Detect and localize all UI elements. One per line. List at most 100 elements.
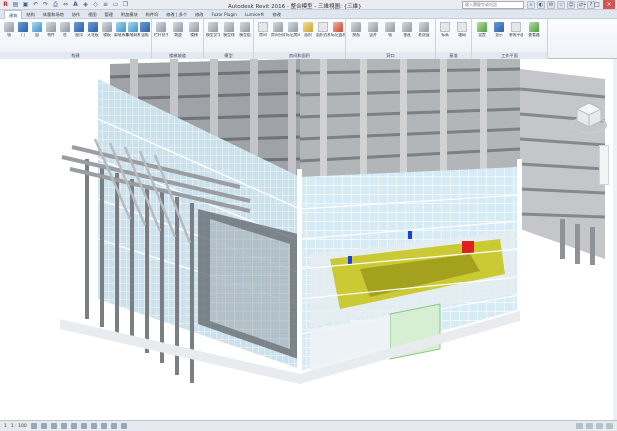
roof-icon	[74, 22, 84, 32]
tool-ref-plane[interactable]: 参照平面	[509, 22, 523, 38]
tool-wall[interactable]: 墙	[2, 22, 16, 38]
tool-room-separator[interactable]: 房间分隔	[271, 22, 285, 38]
tab-fuzor-plugin[interactable]: Fuzor Plugin	[207, 10, 240, 19]
tool-column[interactable]: 柱	[58, 22, 72, 38]
tool-floor[interactable]: 楼板	[100, 22, 114, 38]
undo-icon[interactable]: ↶	[32, 1, 39, 8]
tool-stair[interactable]: 楼梯	[187, 22, 201, 38]
temp-hide-icon[interactable]	[90, 423, 97, 429]
tool-grid[interactable]: 轴网	[455, 22, 469, 38]
text-icon[interactable]: A	[72, 1, 79, 8]
view-scale[interactable]: 1 : 100	[11, 424, 27, 429]
tool-set[interactable]: 设置	[475, 22, 489, 38]
close-hidden-icon[interactable]: ▭	[112, 1, 119, 8]
tool-model-line[interactable]: 模型线	[222, 22, 236, 38]
tab-collaborate[interactable]: 协作	[68, 10, 84, 19]
measure-icon[interactable]: ⇔	[62, 1, 69, 8]
tag-room-icon	[288, 22, 298, 32]
tab-modify[interactable]: 修改	[191, 10, 207, 19]
tag-area-icon	[333, 22, 343, 32]
favorites-icon[interactable]: ☆	[557, 1, 565, 9]
tool-ceiling[interactable]: 天花板	[86, 22, 100, 38]
close-button[interactable]: ×	[603, 0, 615, 9]
revit-logo-icon[interactable]: R	[2, 1, 9, 8]
shadows-icon[interactable]	[60, 423, 67, 429]
tool-tag-room[interactable]: 标记房间	[286, 22, 300, 38]
tool-area-boundary[interactable]: 面积边界	[316, 22, 330, 38]
tool-window[interactable]: 窗	[30, 22, 44, 38]
select-pinned-icon[interactable]	[596, 423, 603, 429]
search-input[interactable]: 鍵入關鍵字或短語	[462, 1, 524, 9]
print-icon[interactable]: ⎙	[52, 1, 59, 8]
3d-view-icon[interactable]: ◈	[82, 1, 89, 8]
switch-windows-icon[interactable]: ❐	[122, 1, 129, 8]
shaft-icon	[368, 22, 378, 32]
save-icon[interactable]: ▣	[22, 1, 29, 8]
model-group-icon	[240, 22, 250, 32]
tab-component-dock[interactable]: 构件坞	[142, 10, 163, 19]
tool-model-text[interactable]: 模型文字	[206, 22, 220, 38]
filter-icon[interactable]	[606, 423, 613, 429]
visual-style-icon[interactable]	[40, 423, 47, 429]
tab-modify-multiple[interactable]: 修改 | 多个	[162, 10, 191, 19]
tool-vertical[interactable]: 垂直	[400, 22, 414, 38]
tool-roof[interactable]: 屋顶	[72, 22, 86, 38]
viewcube[interactable]	[569, 97, 609, 139]
open-icon[interactable]: ▤	[12, 1, 19, 8]
maximize-button[interactable]: □	[591, 0, 603, 9]
navigation-bar[interactable]	[599, 145, 609, 185]
tool-tag-area[interactable]: 标记面积	[331, 22, 345, 38]
select-underlay-icon[interactable]	[586, 423, 593, 429]
minimize-button[interactable]: –	[579, 0, 591, 9]
redo-icon[interactable]: ↷	[42, 1, 49, 8]
panel-title-model: 模型	[204, 52, 253, 59]
show-crop-icon[interactable]	[80, 423, 87, 429]
panel-opening: 按面 竖井 墙 垂直 老虎窗 洞口	[346, 19, 436, 59]
panel-model: 模型文字 模型线 模型组 模型	[204, 19, 254, 59]
sign-in-icon[interactable]: ☺	[567, 1, 575, 9]
tab-addins[interactable]: 附加模块	[117, 10, 142, 19]
tab-manage[interactable]: 管理	[101, 10, 117, 19]
tool-component[interactable]: 构件	[44, 22, 58, 38]
crop-icon[interactable]	[70, 423, 77, 429]
section-icon[interactable]: ◇	[92, 1, 99, 8]
reveal-icon[interactable]	[100, 423, 107, 429]
tool-area[interactable]: 面积	[301, 22, 315, 38]
tool-show[interactable]: 显示	[492, 22, 506, 38]
tab-modify-2[interactable]: 修改	[269, 10, 285, 19]
detail-level-icon[interactable]	[30, 423, 37, 429]
communication-icon[interactable]: ✉	[547, 1, 555, 9]
tool-door[interactable]: 门	[16, 22, 30, 38]
tool-ramp[interactable]: 坡道	[171, 22, 185, 38]
sun-path-icon[interactable]	[50, 423, 57, 429]
tool-level[interactable]: 标高	[438, 22, 452, 38]
tab-view[interactable]: 视图	[84, 10, 100, 19]
select-links-icon[interactable]	[576, 423, 583, 429]
vertical-scrollbar[interactable]	[613, 59, 617, 420]
wall-opening-icon	[385, 22, 395, 32]
highlight-icon[interactable]	[120, 423, 127, 429]
tool-viewer[interactable]: 查看器	[527, 22, 541, 38]
panel-title-datum: 基准	[436, 52, 471, 59]
tab-massing-site[interactable]: 体量和场地	[39, 10, 68, 19]
search-icon[interactable]: ⌕	[527, 1, 535, 9]
tool-railing[interactable]: 栏杆扶手	[154, 22, 168, 38]
3d-viewport[interactable]	[0, 59, 617, 420]
tool-wall-opening[interactable]: 墙	[383, 22, 397, 38]
panel-title-build: 构建	[0, 52, 151, 59]
tool-model-group[interactable]: 模型组	[238, 22, 252, 38]
tab-structure[interactable]: 结构	[22, 10, 38, 19]
tab-architecture[interactable]: 建筑	[4, 9, 23, 19]
tool-mullion[interactable]: 竖梃	[138, 22, 152, 38]
subscription-icon[interactable]: ◐	[537, 1, 545, 9]
tool-dormer[interactable]: 老虎窗	[417, 22, 431, 38]
tool-room[interactable]: 房间	[256, 22, 270, 38]
selection-filters	[576, 423, 613, 429]
tab-lumion[interactable]: Lumion®	[241, 10, 269, 19]
thin-lines-icon[interactable]: ≡	[102, 1, 109, 8]
panel-work-plane: 设置 显示 参照平面 查看器 工作平面	[472, 19, 548, 59]
panel-room-area: 房间 房间分隔 标记房间 面积 面积边界 标记面积 房间和面积	[254, 19, 346, 59]
tool-shaft[interactable]: 竖井	[366, 22, 380, 38]
tool-by-face[interactable]: 按面	[349, 22, 363, 38]
analytical-icon[interactable]	[110, 423, 117, 429]
